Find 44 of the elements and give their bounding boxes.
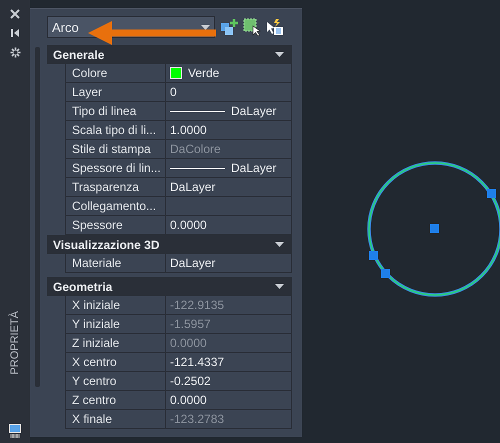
collapse-icon	[275, 242, 284, 247]
property-value[interactable]: DaLayer	[170, 180, 216, 194]
property-label: Z centro	[65, 391, 166, 409]
settings-icon[interactable]	[10, 47, 20, 58]
close-icon[interactable]	[10, 9, 20, 19]
select-objects-icon[interactable]	[243, 18, 261, 36]
add-selection-icon[interactable]	[220, 18, 238, 36]
property-label: Colore	[65, 64, 166, 82]
line-sample	[170, 110, 225, 112]
section-header[interactable]: Generale	[47, 45, 292, 64]
property-label: Spessore di lin...	[65, 159, 166, 177]
property-label: Stile di stampa	[65, 140, 166, 158]
collapse-icon	[275, 284, 284, 289]
property-label: Y iniziale	[65, 315, 166, 333]
property-label: X finale	[65, 410, 166, 428]
property-value[interactable]: 0	[170, 85, 177, 99]
property-label: Scala tipo di li...	[65, 121, 166, 139]
caret-icon	[201, 24, 210, 30]
property-label: X iniziale	[65, 296, 166, 314]
property-label: Collegamento...	[65, 197, 166, 215]
property-label: Z iniziale	[65, 334, 166, 352]
pin-icon[interactable]	[10, 28, 20, 38]
property-label: Materiale	[65, 254, 166, 272]
collapse-icon	[275, 52, 284, 57]
property-value[interactable]: 1.0000	[170, 123, 207, 137]
properties-icon[interactable]	[9, 424, 21, 438]
property-value[interactable]: DaLayer	[231, 161, 276, 175]
property-value[interactable]: -121.4337	[170, 355, 224, 369]
property-value[interactable]: DaLayer	[170, 256, 216, 270]
property-label: Layer	[65, 83, 166, 101]
property-value[interactable]: -0.2502	[170, 374, 211, 388]
property-value[interactable]: 0.0000	[170, 218, 207, 232]
property-value[interactable]: Verde	[188, 66, 220, 80]
property-value[interactable]: DaLayer	[231, 104, 276, 118]
palette-title: PROPRIETÀ	[8, 311, 22, 375]
property-label: Y centro	[65, 372, 166, 390]
property-label: Tipo di linea	[65, 102, 166, 120]
property-label: Spessore	[65, 216, 166, 234]
section-header[interactable]: Geometria	[47, 277, 292, 296]
quick-select-icon[interactable]	[266, 18, 284, 36]
property-label: X centro	[65, 353, 166, 371]
property-value[interactable]: 0.0000	[170, 393, 207, 407]
property-label: Trasparenza	[65, 178, 166, 196]
section-header[interactable]: Visualizzazione 3D	[47, 235, 292, 254]
